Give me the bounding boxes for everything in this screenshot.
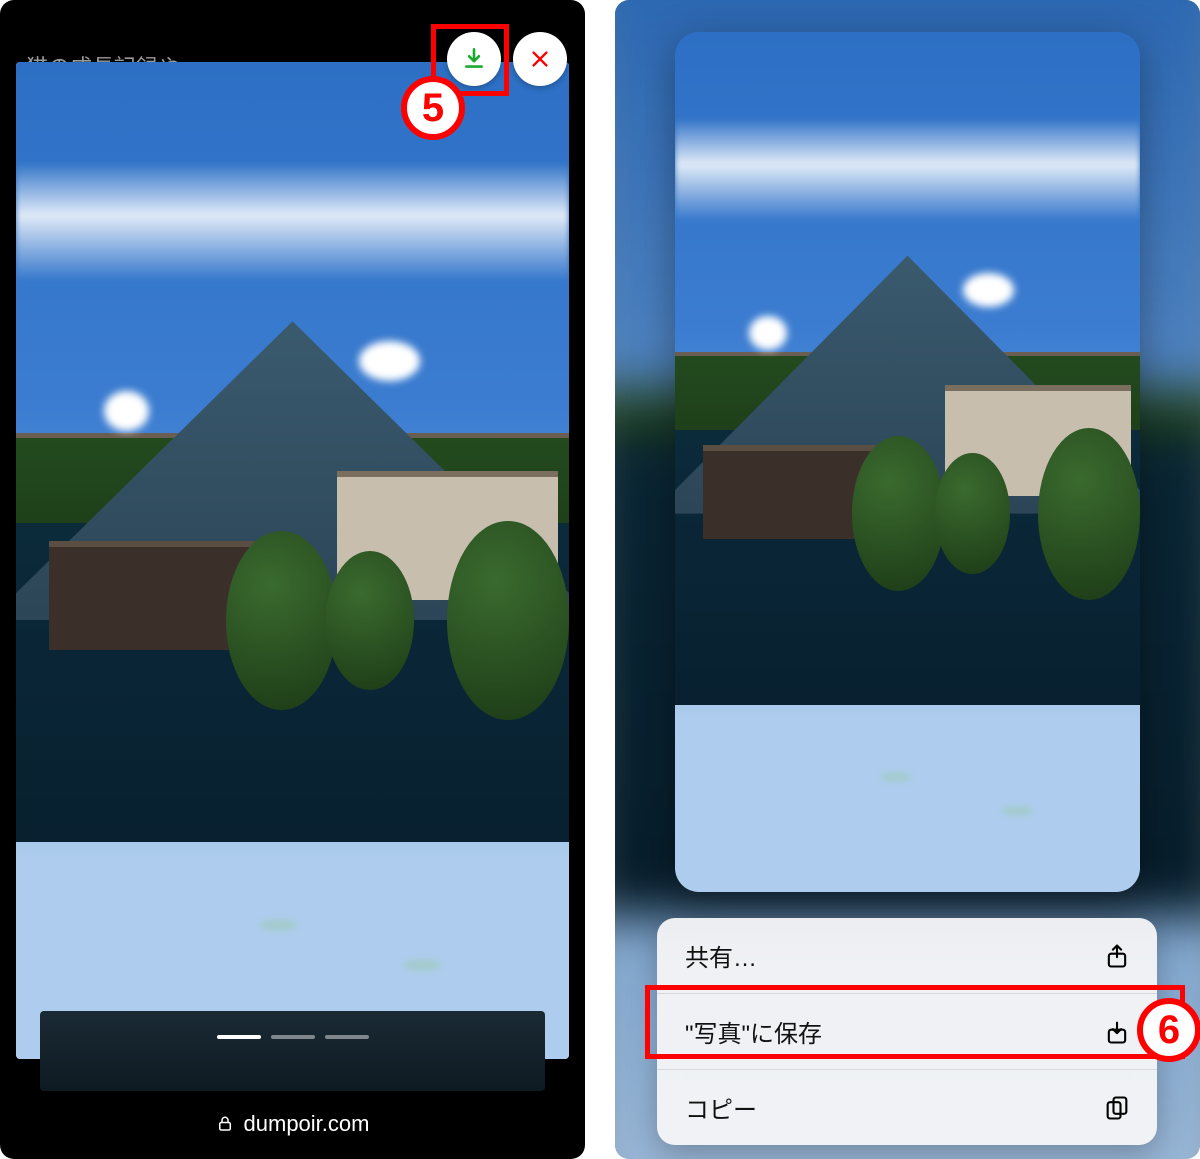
image-viewer — [16, 62, 569, 1059]
copy-icon — [1103, 1094, 1131, 1122]
image-preview[interactable] — [675, 32, 1140, 892]
preview-photo — [675, 32, 1140, 892]
step-marker-6-label: 6 — [1158, 1008, 1180, 1053]
step-marker-5: 5 — [401, 76, 465, 140]
browser-url-bar[interactable]: dumpoir.com — [216, 1111, 370, 1137]
pager-dot — [325, 1035, 369, 1039]
highlight-box-6 — [645, 985, 1185, 1059]
step-marker-6: 6 — [1137, 998, 1200, 1062]
next-story-thumbnail — [40, 1011, 545, 1091]
left-screenshot: 猫の成長記録や 5 — [0, 0, 585, 1159]
step-marker-5-label: 5 — [422, 86, 444, 131]
close-icon — [529, 48, 551, 70]
story-photo — [16, 62, 569, 1059]
share-icon — [1103, 942, 1131, 970]
story-pager[interactable] — [217, 1035, 369, 1039]
pager-dot — [271, 1035, 315, 1039]
lock-icon — [216, 1115, 234, 1133]
menu-item-share[interactable]: 共有… — [657, 918, 1157, 994]
pager-dot — [217, 1035, 261, 1039]
right-screenshot: 共有… "写真"に保存 コピー 6 — [615, 0, 1200, 1159]
menu-item-copy[interactable]: コピー — [657, 1070, 1157, 1145]
menu-item-label: 共有… — [685, 938, 757, 973]
menu-item-label: コピー — [685, 1090, 757, 1125]
close-button[interactable] — [513, 32, 567, 86]
url-text: dumpoir.com — [244, 1111, 370, 1137]
